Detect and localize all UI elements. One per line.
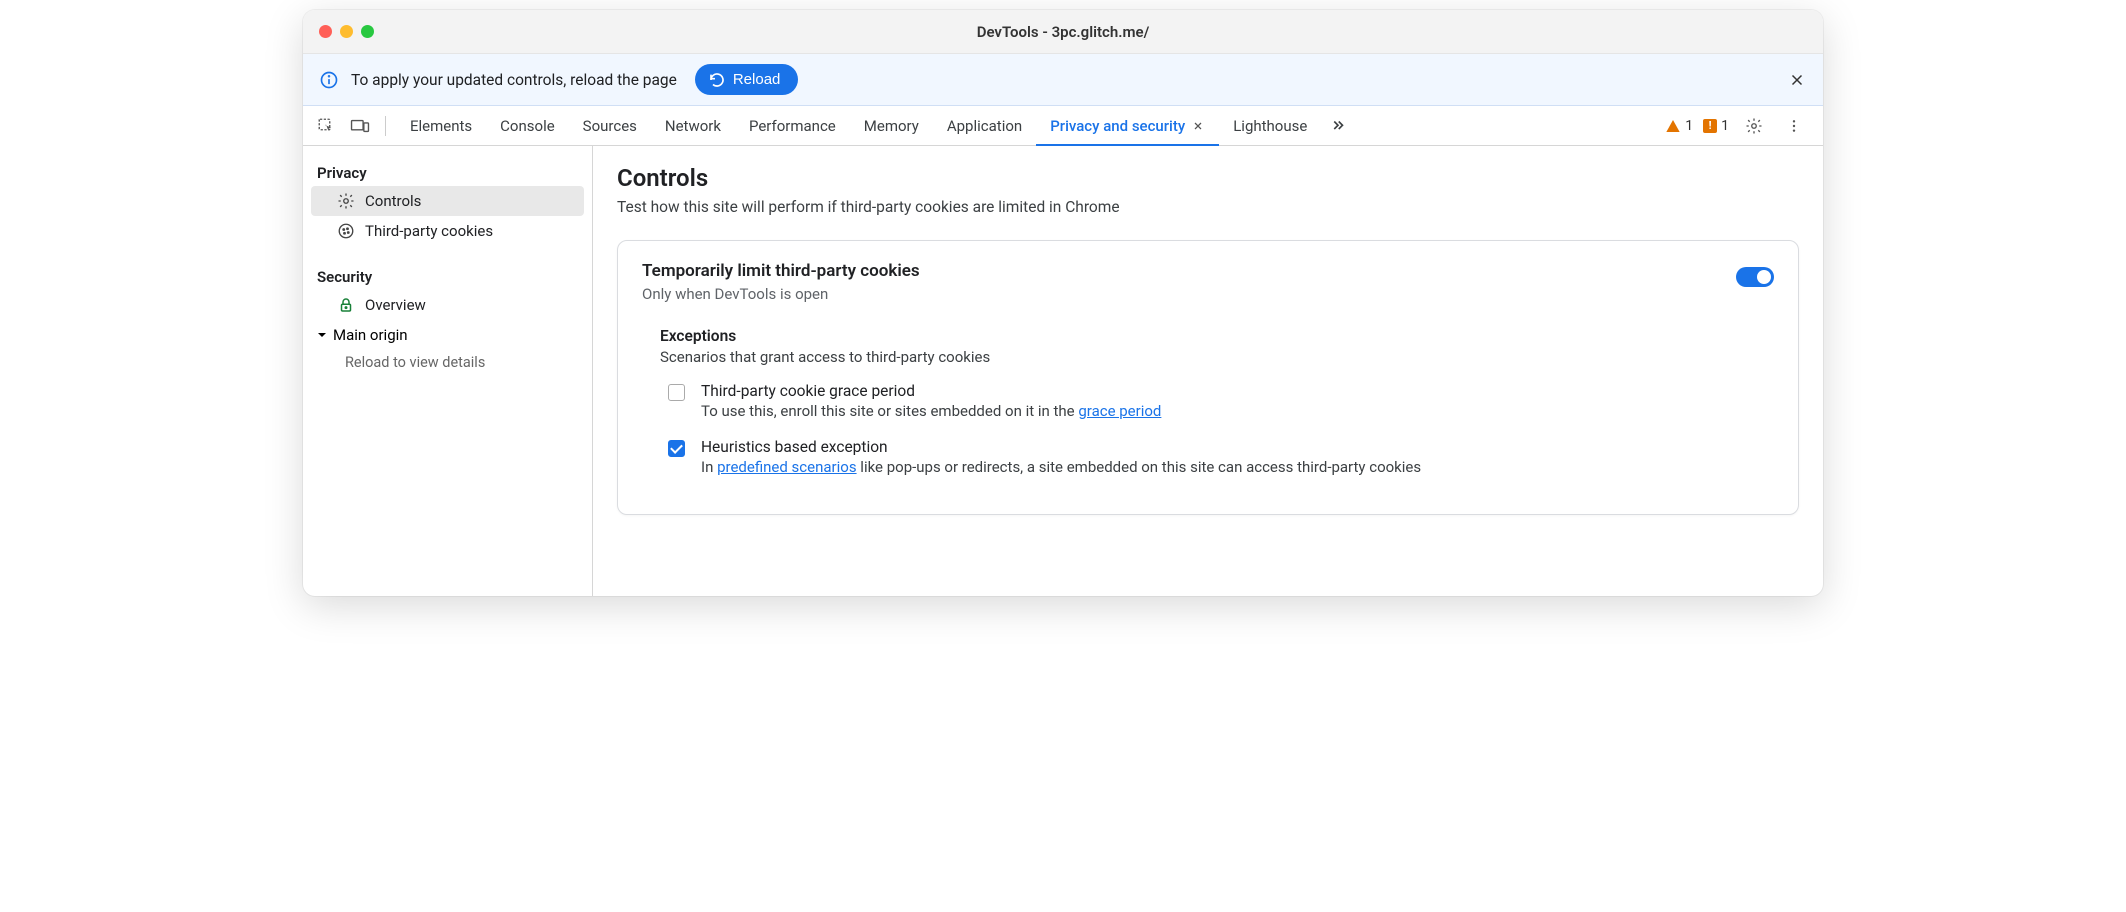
exception-label: Third-party cookie grace period [701,382,1161,400]
exceptions-section: Exceptions Scenarios that grant access t… [660,327,1774,476]
close-window-button[interactable] [319,25,332,38]
tab-elements[interactable]: Elements [396,106,486,145]
grace-period-checkbox[interactable] [668,384,685,401]
sidebar-privacy-heading: Privacy [303,156,592,186]
minimize-window-button[interactable] [340,25,353,38]
reload-infobar: To apply your updated controls, reload t… [303,54,1823,106]
exception-grace-period: Third-party cookie grace period To use t… [668,382,1774,420]
grace-period-link[interactable]: grace period [1078,402,1161,420]
sidebar-item-controls[interactable]: Controls [311,186,584,216]
tab-label: Console [500,117,555,135]
sidebar-security-heading: Security [303,260,592,290]
sidebar-item-label: Main origin [333,326,408,344]
maximize-window-button[interactable] [361,25,374,38]
info-icon [319,70,339,90]
tab-label: Elements [410,117,472,135]
tab-label: Application [947,117,1022,135]
exception-desc-text: To use this, enroll this site or sites e… [701,402,1078,420]
warning-icon [1665,118,1681,134]
exceptions-subtitle: Scenarios that grant access to third-par… [660,348,1774,366]
tab-label: Performance [749,117,836,135]
sidebar-item-third-party-cookies[interactable]: Third-party cookies [303,216,592,246]
tab-label: Network [665,117,721,135]
page-subheading: Test how this site will perform if third… [617,198,1799,216]
tab-application[interactable]: Application [933,106,1036,145]
lock-icon [337,296,355,314]
tab-label: Memory [864,117,919,135]
sidebar: Privacy Controls Third-party cookies Sec… [303,146,593,596]
tab-lighthouse[interactable]: Lighthouse [1219,106,1321,145]
exception-label: Heuristics based exception [701,438,1421,456]
card-title: Temporarily limit third-party cookies [642,261,920,281]
device-toggle-button[interactable] [345,111,375,141]
inspect-element-button[interactable] [311,111,341,141]
main-panel: Controls Test how this site will perform… [593,146,1823,596]
sidebar-item-overview[interactable]: Overview [303,290,592,320]
issues-badge[interactable]: ! 1 [1703,118,1729,134]
tab-memory[interactable]: Memory [850,106,933,145]
heuristics-checkbox[interactable] [668,440,685,457]
titlebar: DevTools - 3pc.glitch.me/ [303,10,1823,54]
reload-button-label: Reload [733,71,781,88]
tab-label: Sources [583,117,637,135]
tab-label: Privacy and security [1050,117,1185,135]
issues-count: 1 [1721,118,1729,134]
warnings-count: 1 [1685,118,1693,134]
tab-close-button[interactable] [1191,119,1205,133]
toolbar-right: 1 ! 1 [1665,111,1815,141]
devtools-window: DevTools - 3pc.glitch.me/ To apply your … [303,10,1823,596]
chevron-down-icon [317,330,327,340]
infobar-message: To apply your updated controls, reload t… [351,71,677,89]
settings-button[interactable] [1739,111,1769,141]
sidebar-reload-detail: Reload to view details [303,350,592,375]
exception-desc: In predefined scenarios like pop-ups or … [701,458,1421,476]
limit-cookies-toggle[interactable] [1736,267,1774,287]
exception-desc: To use this, enroll this site or sites e… [701,402,1161,420]
more-menu-button[interactable] [1779,111,1809,141]
exception-heuristics: Heuristics based exception In predefined… [668,438,1774,476]
content-area: Privacy Controls Third-party cookies Sec… [303,146,1823,596]
card-caption: Only when DevTools is open [642,285,920,303]
issue-icon: ! [1703,119,1717,133]
cookie-icon [337,222,355,240]
sidebar-item-label: Controls [365,192,421,210]
panel-tabs: Elements Console Sources Network Perform… [396,106,1355,145]
devtools-toolbar: Elements Console Sources Network Perform… [303,106,1823,146]
predefined-scenarios-link[interactable]: predefined scenarios [717,458,856,476]
exception-desc-text: In [701,458,717,476]
tab-network[interactable]: Network [651,106,735,145]
reload-icon [709,72,725,88]
infobar-close-button[interactable] [1787,70,1807,90]
window-title: DevTools - 3pc.glitch.me/ [319,23,1807,41]
warnings-badge[interactable]: 1 [1665,118,1693,134]
exception-desc-text: like pop-ups or redirects, a site embedd… [857,458,1422,476]
tab-sources[interactable]: Sources [569,106,651,145]
sidebar-item-label: Overview [365,296,426,314]
tab-privacy-security[interactable]: Privacy and security [1036,106,1219,145]
more-tabs-button[interactable] [1321,106,1355,145]
reload-button[interactable]: Reload [695,64,799,95]
exceptions-title: Exceptions [660,327,1774,345]
tab-label: Lighthouse [1233,117,1307,135]
tab-console[interactable]: Console [486,106,569,145]
page-heading: Controls [617,164,1799,192]
toolbar-divider [385,116,386,136]
traffic-lights [319,25,374,38]
sidebar-item-label: Third-party cookies [365,222,493,240]
sidebar-item-main-origin[interactable]: Main origin [303,320,592,350]
tab-performance[interactable]: Performance [735,106,850,145]
limit-cookies-card: Temporarily limit third-party cookies On… [617,240,1799,515]
gear-icon [337,192,355,210]
